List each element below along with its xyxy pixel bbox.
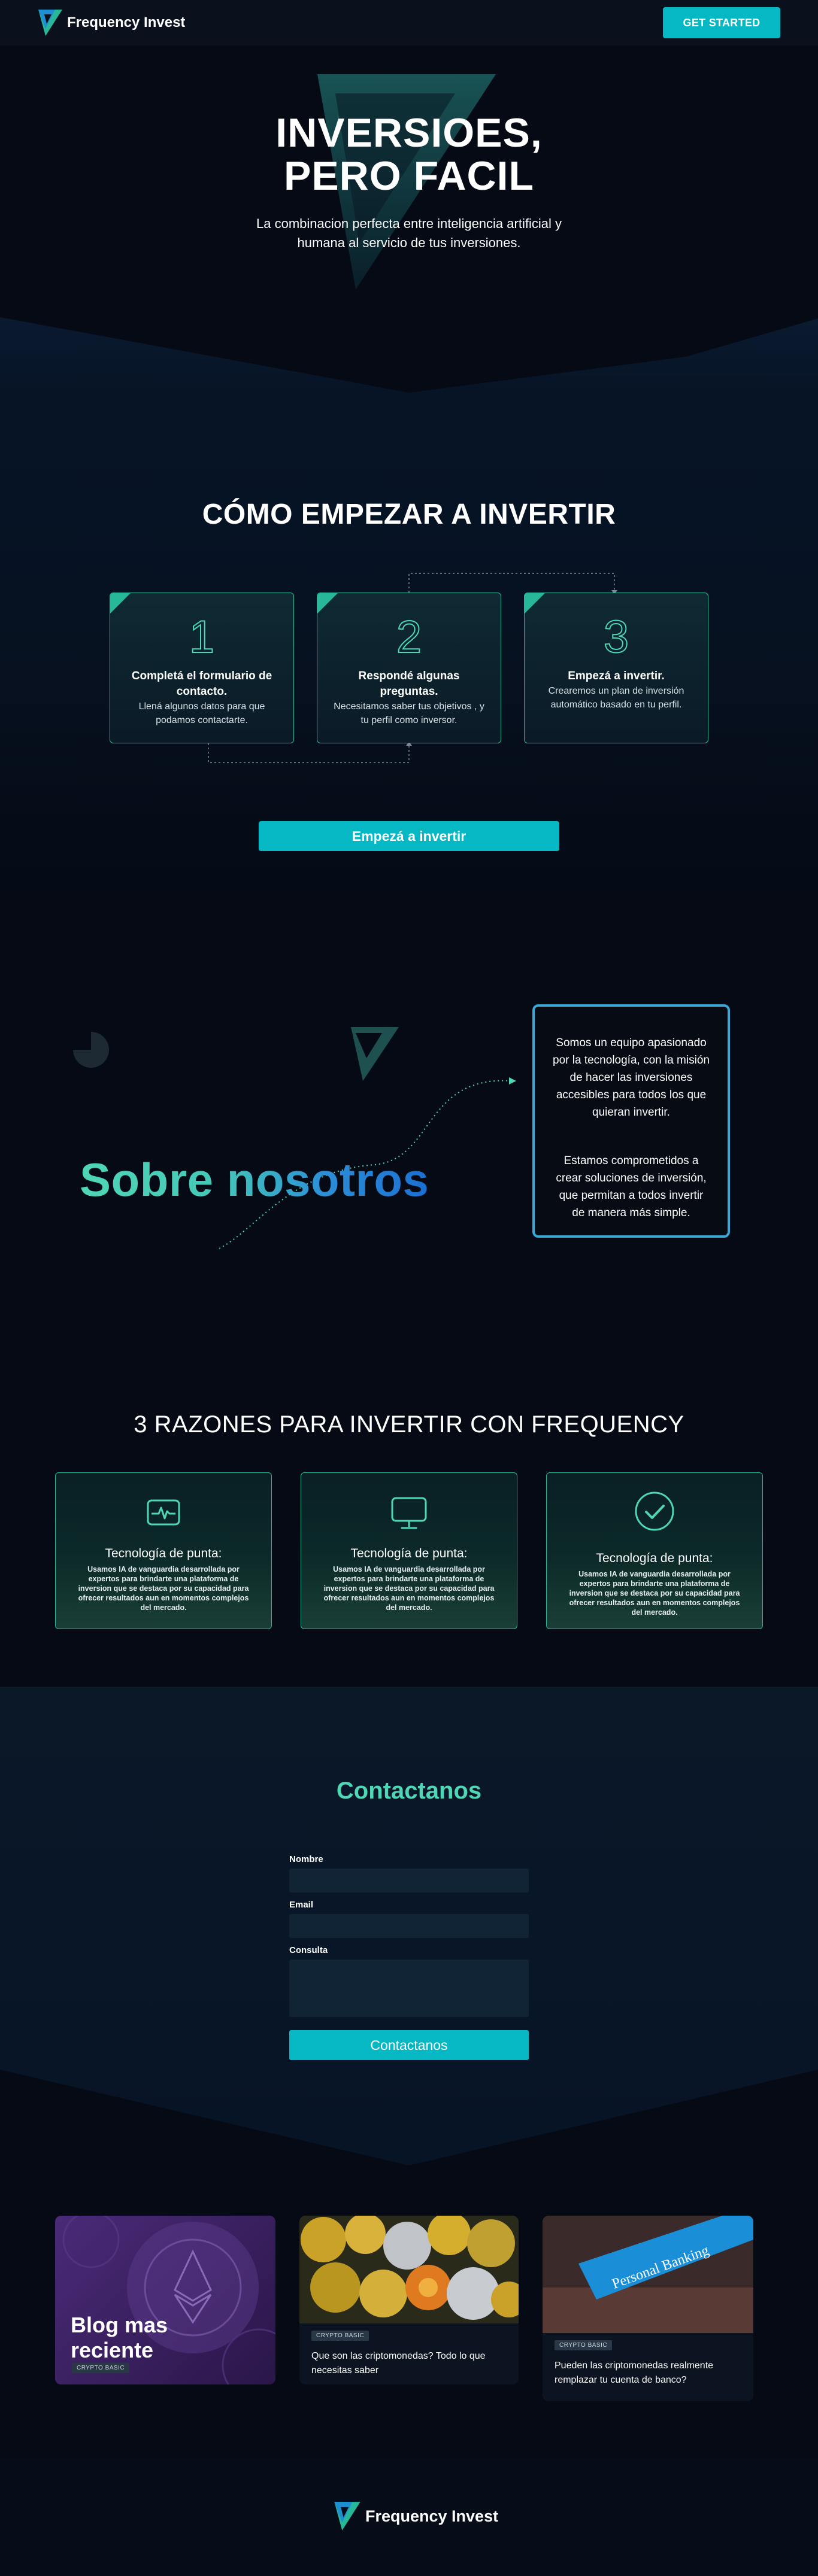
about-title: Sobre nosotros — [80, 1153, 429, 1206]
blog-post-card-2[interactable]: Personal Banking CRYPTO BASIC Pueden las… — [543, 2216, 753, 2401]
step-description: Crearemos un plan de inversión automátic… — [548, 686, 684, 710]
reason-card-2: Tecnología de punta: Usamos IA de vangua… — [301, 1472, 517, 1629]
reason-title: Tecnología de punta: — [596, 1551, 713, 1565]
blog-post-card-1[interactable]: CRYPTO BASIC Que son las criptomonedas? … — [299, 2216, 519, 2384]
blog-featured-title-line1: Blog mas — [71, 2313, 168, 2337]
site-footer: Frequency Invest — [0, 2459, 818, 2576]
step-number: 3 — [603, 612, 629, 663]
step-card-3: 3 Empezá a invertir. Crearemos un plan d… — [524, 593, 708, 743]
hero-title-line1: INVERSIOES, — [275, 110, 543, 156]
blog-post-body: CRYPTO BASIC Que son las criptomonedas? … — [299, 2329, 519, 2378]
get-started-button[interactable]: GET STARTED — [663, 7, 780, 38]
monitor-icon — [391, 1497, 427, 1529]
step-title: Empezá a invertir. — [568, 670, 665, 682]
brand-link[interactable]: Frequency Invest — [37, 8, 185, 37]
blog-featured-card[interactable]: Blog mas reciente CRYPTO BASIC — [55, 2216, 275, 2384]
hero-subtitle: La combinacion perfecta entre inteligenc… — [0, 214, 818, 253]
check-circle-icon — [635, 1491, 674, 1531]
step-number: 2 — [396, 612, 422, 663]
blog-featured-title: Blog mas reciente — [71, 2313, 168, 2363]
about-paragraph-1: Somos un equipo apasionado por la tecnol… — [553, 1037, 710, 1119]
reasons-title: 3 RAZONES PARA INVERTIR CON FREQUENCY — [134, 1411, 684, 1438]
blog-post-tag: CRYPTO BASIC — [555, 2340, 613, 2350]
about-grid-illustration — [40, 991, 516, 1290]
blog-post-title: Que son las criptomonedas? Todo lo que n… — [311, 2351, 486, 2375]
contact-title: Contactanos — [336, 1778, 482, 1804]
step-corner-decoration — [110, 593, 131, 613]
blog-post-tag: CRYPTO BASIC — [311, 2331, 369, 2341]
hero-section: INVERSIOES, PERO FACIL La combinacion pe… — [0, 45, 818, 393]
email-field[interactable] — [289, 1914, 529, 1938]
activity-icon — [147, 1499, 180, 1526]
about-paragraph-2: Estamos comprometidos a crear soluciones… — [556, 1155, 707, 1219]
reason-card-3: Tecnología de punta: Usamos IA de vangua… — [546, 1472, 763, 1629]
start-investing-button[interactable]: Empezá a invertir — [259, 821, 559, 851]
hero-subtitle-line1: La combinacion perfecta entre inteligenc… — [256, 216, 562, 231]
crypto-coins-image — [299, 2216, 519, 2323]
step-title: Completá el formulario de contacto. — [131, 670, 272, 698]
reason-description: Usamos IA de vanguardia desarrollada por… — [569, 1570, 740, 1617]
blog-featured-tag: CRYPTO BASIC — [72, 2363, 130, 2373]
step-title: Respondé algunas preguntas. — [358, 670, 460, 698]
step-card-1: 1 Completá el formulario de contacto. Ll… — [110, 593, 294, 743]
name-field[interactable] — [289, 1869, 529, 1892]
contact-submit-button[interactable]: Contactanos — [289, 2030, 529, 2060]
hero-title-line2: PERO FACIL — [283, 153, 535, 199]
frequency-logo-icon — [38, 10, 62, 36]
reason-title: Tecnología de punta: — [350, 1547, 468, 1560]
blog-post-body: CRYPTO BASIC Pueden las criptomonedas re… — [543, 2339, 753, 2387]
frequency-logo-icon — [334, 2502, 360, 2531]
query-label: Consulta — [289, 1945, 328, 1955]
footer-brand-link[interactable]: Frequency Invest — [333, 2501, 498, 2532]
step-description: Llená algunos datos para que podamos con… — [138, 701, 265, 725]
step-description: Necesitamos saber tus objetivos , y tu p… — [334, 701, 484, 725]
step-card-2: 2 Respondé algunas preguntas. Necesitamo… — [317, 593, 501, 743]
reason-title: Tecnología de punta: — [105, 1547, 222, 1560]
hero-title: INVERSIOES, PERO FACIL — [0, 111, 818, 198]
about-description-box: Somos un equipo apasionado por la tecnol… — [532, 1004, 730, 1238]
blog-post-title: Pueden las criptomonedas realmente rempl… — [555, 2361, 714, 2385]
brand-name: Frequency Invest — [67, 14, 186, 31]
step-corner-decoration — [525, 593, 545, 613]
pie-decoration-icon — [73, 1032, 109, 1068]
how-title: CÓMO EMPEZAR A INVERTIR — [202, 499, 616, 530]
name-label: Nombre — [289, 1854, 323, 1864]
personal-banking-sign-image: Personal Banking — [543, 2216, 753, 2333]
step-number: 1 — [189, 612, 215, 663]
blog-featured-title-line2: reciente — [71, 2338, 154, 2362]
footer-brand-name: Frequency Invest — [365, 2507, 499, 2525]
reason-description: Usamos IA de vanguardia desarrollada por… — [323, 1565, 495, 1612]
email-label: Email — [289, 1900, 314, 1910]
site-header: Frequency Invest GET STARTED — [0, 0, 818, 45]
reason-card-1: Tecnología de punta: Usamos IA de vangua… — [55, 1472, 272, 1629]
query-field[interactable] — [289, 1960, 529, 2017]
hero-subtitle-line2: humana al servicio de tus inversiones. — [297, 235, 521, 250]
reason-description: Usamos IA de vanguardia desarrollada por… — [78, 1565, 249, 1612]
step-corner-decoration — [317, 593, 338, 613]
